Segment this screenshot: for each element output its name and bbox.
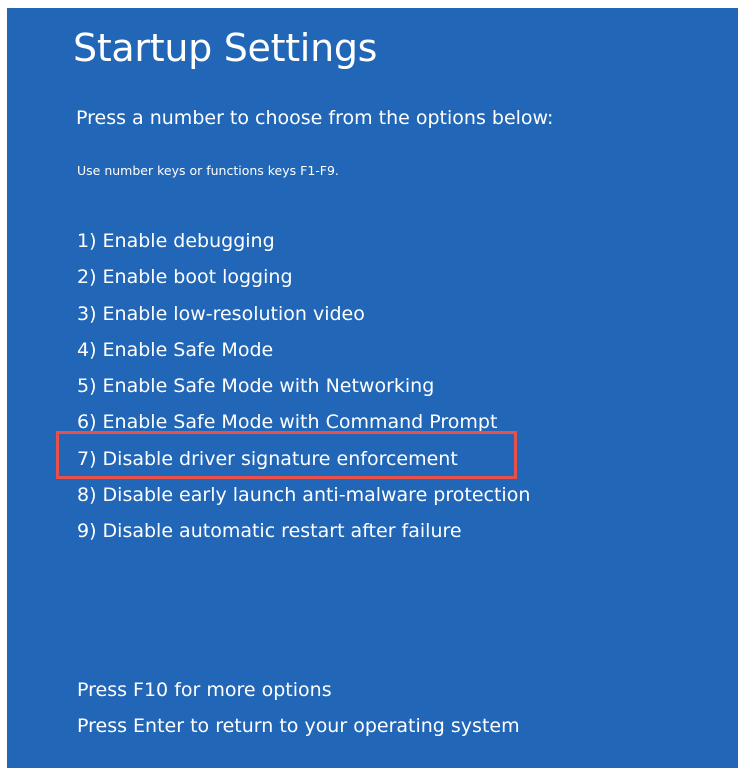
option-disable-driver-signature-enforcement[interactable]: 7) Disable driver signature enforcement (77, 444, 530, 480)
startup-settings-screen: Startup Settings Press a number to choos… (7, 8, 738, 768)
instruction-prompt: Press a number to choose from the option… (76, 107, 554, 129)
option-enable-safe-mode-networking[interactable]: 5) Enable Safe Mode with Networking (77, 371, 530, 407)
option-enable-debugging[interactable]: 1) Enable debugging (77, 226, 530, 262)
key-hint: Use number keys or functions keys F1-F9. (77, 163, 339, 178)
option-enable-boot-logging[interactable]: 2) Enable boot logging (77, 262, 530, 298)
startup-options-list: 1) Enable debugging 2) Enable boot loggi… (77, 226, 530, 553)
return-to-os-link[interactable]: Press Enter to return to your operating … (77, 711, 520, 747)
footer-options: Press F10 for more options Press Enter t… (77, 675, 520, 747)
page-title: Startup Settings (73, 26, 378, 70)
more-options-link[interactable]: Press F10 for more options (77, 675, 520, 711)
option-disable-early-launch-anti-malware[interactable]: 8) Disable early launch anti-malware pro… (77, 480, 530, 516)
option-enable-safe-mode-command-prompt[interactable]: 6) Enable Safe Mode with Command Prompt (77, 407, 530, 443)
option-enable-safe-mode[interactable]: 4) Enable Safe Mode (77, 335, 530, 371)
option-disable-automatic-restart[interactable]: 9) Disable automatic restart after failu… (77, 516, 530, 552)
option-enable-low-resolution-video[interactable]: 3) Enable low-resolution video (77, 299, 530, 335)
